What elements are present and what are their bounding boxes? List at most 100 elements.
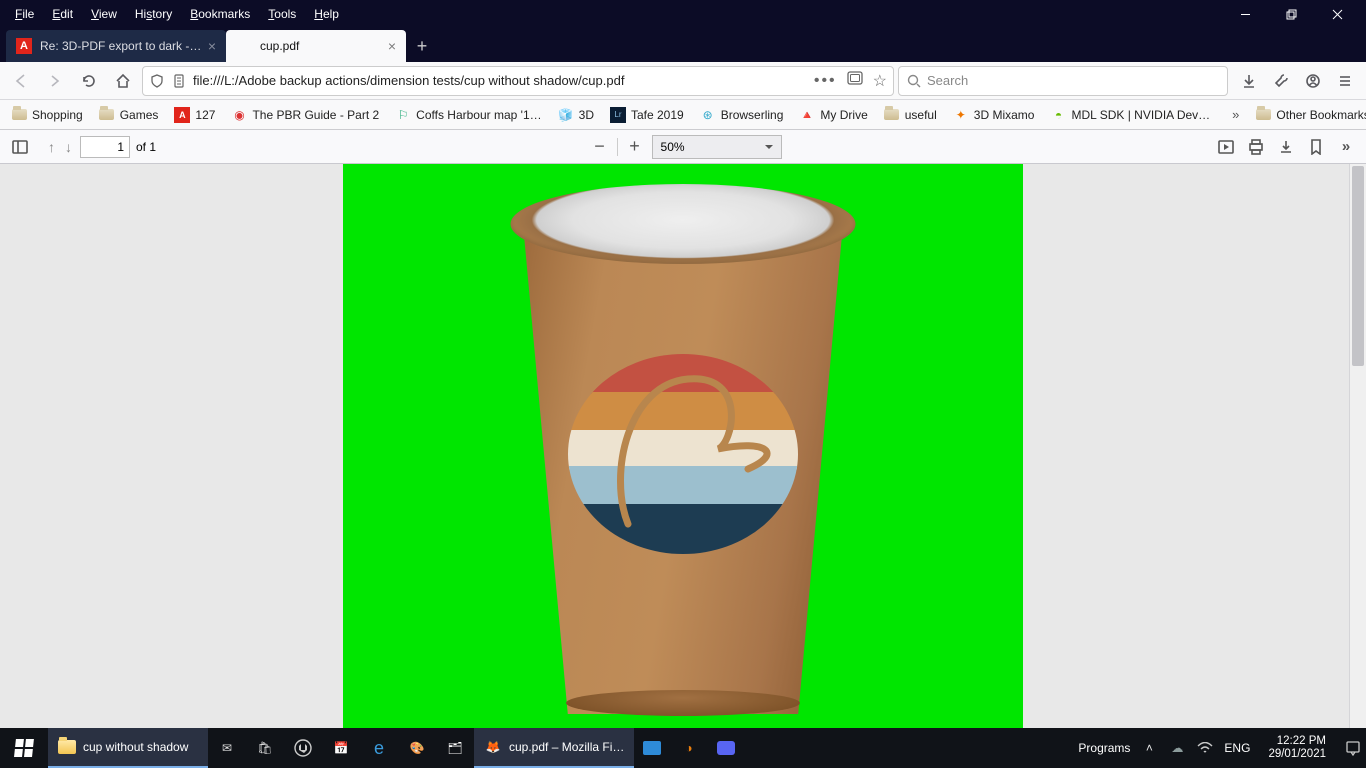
bookmark-item[interactable]: ◉The PBR Guide - Part 2 — [226, 105, 384, 125]
menu-view[interactable]: View — [82, 7, 126, 21]
drive-icon: 🔺 — [799, 107, 815, 123]
other-bookmarks-button[interactable]: Other Bookmarks — [1250, 105, 1366, 125]
zoom-in-button[interactable]: + — [624, 136, 646, 158]
bookmark-item[interactable]: ⚐Coffs Harbour map '1… — [390, 105, 546, 125]
search-box[interactable]: Search — [898, 66, 1228, 96]
tray-language-label[interactable]: ENG — [1224, 741, 1250, 755]
store-icon: 🛍 — [255, 738, 275, 758]
tray-clock[interactable]: 12:22 PM 29/01/2021 — [1260, 735, 1334, 761]
menu-tools[interactable]: Tools — [259, 7, 305, 21]
forward-button[interactable] — [40, 66, 70, 96]
taskbar-edge-icon[interactable]: e — [360, 728, 398, 768]
vertical-scrollbar[interactable] — [1349, 164, 1366, 728]
discord-icon — [717, 741, 735, 755]
bookmark-page-button[interactable] — [1304, 135, 1328, 159]
zoom-out-button[interactable]: − — [589, 136, 611, 158]
bookmark-item[interactable]: Shopping — [6, 105, 88, 125]
bookmark-item[interactable]: LrTafe 2019 — [605, 105, 689, 125]
app-icon: 🗂 — [445, 738, 465, 758]
pdf-page — [343, 164, 1023, 728]
menu-file[interactable]: FFileile — [6, 7, 43, 21]
toggle-sidebar-button[interactable] — [8, 135, 32, 159]
taskbar-unreal-icon[interactable] — [284, 728, 322, 768]
bookmark-item[interactable]: 🧊3D — [553, 105, 599, 125]
taskbar-mail-icon[interactable]: ✉ — [208, 728, 246, 768]
taskbar-app-icon[interactable]: 🎨 — [398, 728, 436, 768]
bookmark-item[interactable]: A127 — [169, 105, 220, 125]
home-button[interactable] — [108, 66, 138, 96]
bookmark-item[interactable]: Games — [94, 105, 164, 125]
nvidia-icon: ◓ — [1050, 107, 1066, 123]
substance-icon: ◉ — [231, 107, 247, 123]
page-up-button[interactable]: ↑ — [46, 139, 57, 155]
app-icon: 🎨 — [407, 738, 427, 758]
close-icon[interactable]: × — [388, 39, 396, 53]
taskbar-blender-icon[interactable]: ◑ — [670, 728, 708, 768]
menu-history[interactable]: History — [126, 7, 181, 21]
new-tab-button[interactable]: + — [406, 30, 438, 62]
shield-icon[interactable] — [149, 73, 165, 89]
zoom-select[interactable]: 50% — [652, 135, 782, 159]
bookmark-item[interactable]: ◓MDL SDK | NVIDIA Dev… — [1045, 105, 1215, 125]
firefox-icon: 🦊 — [483, 737, 503, 757]
account-button[interactable] — [1298, 66, 1328, 96]
menu-bookmarks[interactable]: Bookmarks — [181, 7, 259, 21]
unreal-icon — [293, 738, 313, 758]
document-icon[interactable] — [171, 73, 187, 89]
presentation-button[interactable] — [1214, 135, 1238, 159]
window-minimize-button[interactable] — [1222, 0, 1268, 28]
menu-button[interactable] — [1330, 66, 1360, 96]
downloads-button[interactable] — [1234, 66, 1264, 96]
notifications-icon[interactable] — [1344, 739, 1362, 757]
bookmark-item[interactable]: useful — [879, 105, 942, 125]
bookmark-item[interactable]: ✦3D Mixamo — [948, 105, 1040, 125]
bookmark-star-icon[interactable]: ☆ — [873, 71, 887, 91]
taskbar-calendar-icon[interactable]: 📅 — [322, 728, 360, 768]
print-button[interactable] — [1244, 135, 1268, 159]
back-button[interactable] — [6, 66, 36, 96]
search-icon — [907, 74, 921, 88]
bookmark-item[interactable]: 🔺My Drive — [794, 105, 872, 125]
scrollbar-thumb[interactable] — [1352, 166, 1364, 366]
taskbar-discord-icon[interactable] — [708, 728, 744, 768]
pdf-viewport — [0, 164, 1366, 728]
blender-icon: ◑ — [679, 738, 699, 758]
taskbar-app-icon[interactable] — [634, 728, 670, 768]
window-maximize-button[interactable] — [1268, 0, 1314, 28]
lightroom-icon: Lr — [610, 107, 626, 123]
folder-icon — [11, 107, 27, 123]
folder-icon — [1255, 107, 1271, 123]
taskbar-explorer-window[interactable]: cup without shadow — [48, 728, 208, 768]
page-number-input[interactable] — [80, 136, 130, 158]
close-icon[interactable]: × — [208, 39, 216, 53]
more-icon[interactable]: ••• — [814, 72, 837, 90]
windows-taskbar: cup without shadow ✉ 🛍 📅 e 🎨 🗂 🦊 cup.pdf… — [0, 728, 1366, 768]
menu-edit[interactable]: Edit — [43, 7, 82, 21]
pdf-icon — [236, 38, 252, 54]
calendar-icon: 📅 — [331, 738, 351, 758]
taskbar-store-icon[interactable]: 🛍 — [246, 728, 284, 768]
url-bar[interactable]: file:///L:/Adobe backup actions/dimensio… — [142, 66, 894, 96]
page-down-button[interactable]: ↓ — [63, 139, 74, 155]
tab-active[interactable]: cup.pdf × — [226, 30, 406, 62]
tray-programs-label[interactable]: Programs — [1078, 741, 1130, 755]
tools-overflow-button[interactable]: » — [1334, 135, 1358, 159]
download-button[interactable] — [1274, 135, 1298, 159]
3d-icon: 🧊 — [558, 107, 574, 123]
bookmarks-overflow-button[interactable]: » — [1227, 105, 1244, 124]
adobe-icon: A — [16, 38, 32, 54]
window-close-button[interactable] — [1314, 0, 1360, 28]
reader-icon[interactable] — [847, 71, 863, 90]
taskbar-firefox-window[interactable]: 🦊 cup.pdf – Mozilla Fi… — [474, 728, 634, 768]
tray-overflow-icon[interactable]: ˄ — [1140, 739, 1158, 757]
onedrive-icon[interactable]: ☁ — [1168, 739, 1186, 757]
menu-help[interactable]: Help — [305, 7, 348, 21]
reload-button[interactable] — [74, 66, 104, 96]
devtools-button[interactable] — [1266, 66, 1296, 96]
tab-inactive[interactable]: A Re: 3D-PDF export to dark - Ad… × — [6, 30, 226, 62]
mixamo-icon: ✦ — [953, 107, 969, 123]
wifi-icon[interactable] — [1196, 739, 1214, 757]
bookmark-item[interactable]: ⊛Browserling — [695, 105, 789, 125]
start-button[interactable] — [0, 728, 48, 768]
taskbar-app-icon[interactable]: 🗂 — [436, 728, 474, 768]
